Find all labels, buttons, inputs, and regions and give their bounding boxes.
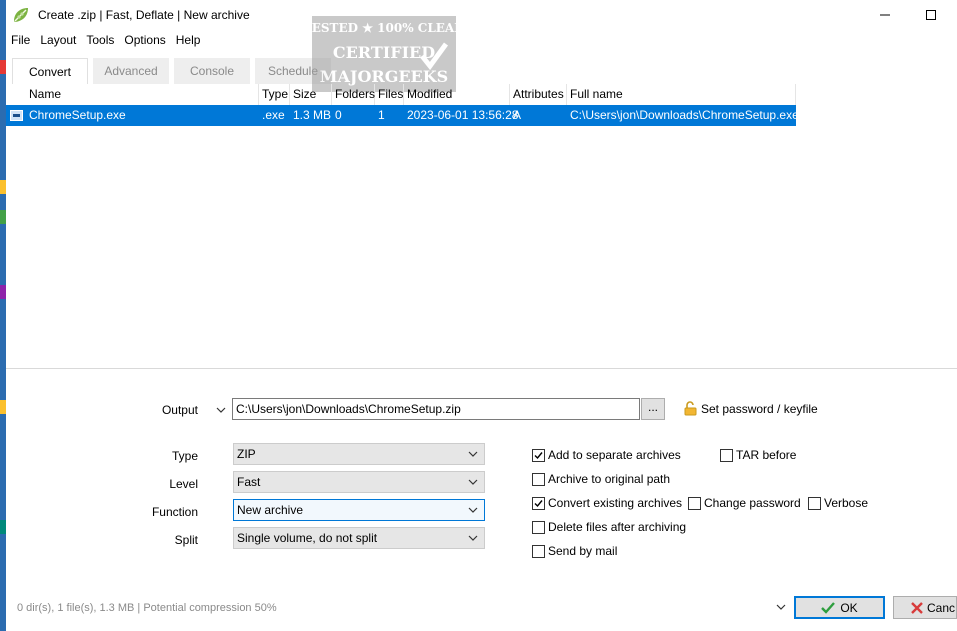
- archive-original-path-label: Archive to original path: [548, 472, 671, 486]
- menu-layout[interactable]: Layout: [35, 33, 81, 47]
- archive-dialog: Create .zip | Fast, Deflate | New archiv…: [6, 0, 957, 631]
- split-label: Split: [174, 533, 198, 547]
- convert-existing-archives-label: Convert existing archives: [548, 496, 683, 510]
- ok-options-chevron[interactable]: [774, 600, 788, 614]
- chevron-down-icon: [468, 535, 478, 541]
- maximize-button[interactable]: [908, 0, 954, 30]
- level-label: Level: [169, 477, 198, 491]
- cell-modified: 2023-06-01 13:56:28: [407, 108, 519, 122]
- file-list-header: Name Type Size Folders Files Modified At…: [6, 84, 796, 105]
- exe-file-icon: [10, 110, 23, 121]
- menu-options[interactable]: Options: [119, 33, 170, 47]
- table-row[interactable]: ChromeSetup.exe .exe 1.3 MB 0 1 2023-06-…: [6, 105, 799, 126]
- cancel-label: Canc: [927, 600, 956, 615]
- output-path-field[interactable]: C:\Users\jon\Downloads\ChromeSetup.zip: [232, 398, 640, 420]
- checkbox-unchecked: [808, 496, 821, 510]
- menu-help[interactable]: Help: [171, 33, 206, 47]
- title-bar: Create .zip | Fast, Deflate | New archiv…: [6, 0, 957, 30]
- column-modified[interactable]: Modified: [404, 84, 510, 105]
- level-select[interactable]: Fast: [233, 471, 485, 493]
- chevron-down-icon: [468, 507, 478, 513]
- column-name[interactable]: Name: [26, 84, 259, 105]
- delete-after-archiving-label: Delete files after archiving: [548, 520, 687, 534]
- column-full-name[interactable]: Full name: [567, 84, 796, 105]
- cell-name: ChromeSetup.exe: [29, 108, 126, 122]
- cell-folders: 0: [335, 108, 342, 122]
- chevron-down-icon: [776, 604, 786, 610]
- add-separate-archives-label: Add to separate archives: [548, 448, 681, 462]
- ok-label: OK: [840, 600, 858, 615]
- convert-existing-archives-checkbox[interactable]: Convert existing archives: [532, 496, 682, 510]
- cell-full-name: C:\Users\jon\Downloads\ChromeSetup.exe: [570, 108, 799, 122]
- cell-attributes: A: [513, 108, 522, 122]
- peazip-icon: [12, 6, 30, 24]
- column-folders[interactable]: Folders: [332, 84, 375, 105]
- checkbox-checked: [532, 448, 545, 462]
- watermark-line1: TESTED ★ 100% CLEAN: [312, 21, 456, 35]
- checkmark-icon: [821, 601, 836, 614]
- menu-bar: File Layout Tools Options Help: [6, 30, 205, 50]
- archive-original-path-checkbox[interactable]: Archive to original path: [532, 472, 670, 486]
- tab-advanced[interactable]: Advanced: [93, 58, 169, 84]
- column-attributes[interactable]: Attributes: [510, 84, 567, 105]
- add-separate-archives-checkbox[interactable]: Add to separate archives: [532, 448, 681, 462]
- set-password-link[interactable]: Set password / keyfile: [684, 401, 818, 416]
- cancel-button[interactable]: Canc: [893, 596, 957, 619]
- checkbox-checked: [532, 496, 545, 510]
- browse-button[interactable]: ...: [641, 398, 665, 420]
- close-icon: [911, 601, 923, 614]
- tar-before-label: TAR before: [736, 448, 797, 462]
- cell-size: 1.3 MB: [293, 108, 332, 122]
- output-label: Output: [161, 403, 198, 417]
- column-files[interactable]: Files: [375, 84, 404, 105]
- ok-button[interactable]: OK: [794, 596, 885, 619]
- menu-tools[interactable]: Tools: [81, 33, 119, 47]
- type-label: Type: [171, 449, 198, 463]
- minimize-button[interactable]: [862, 0, 908, 30]
- checkbox-unchecked: [688, 496, 701, 510]
- verbose-label: Verbose: [824, 496, 869, 510]
- status-text: 0 dir(s), 1 file(s), 1.3 MB | Potential …: [17, 602, 277, 614]
- unlocked-padlock-icon: [684, 401, 697, 416]
- window-title: Create .zip | Fast, Deflate | New archiv…: [38, 8, 250, 22]
- cell-type: .exe: [262, 108, 285, 122]
- type-select[interactable]: ZIP: [233, 443, 485, 465]
- change-password-label: Change password: [704, 496, 801, 510]
- checkbox-unchecked: [532, 472, 545, 486]
- checkbox-unchecked: [720, 448, 733, 462]
- chevron-down-icon: [468, 451, 478, 457]
- tab-convert[interactable]: Convert: [12, 58, 88, 84]
- column-size[interactable]: Size: [290, 84, 332, 105]
- watermark-line2: CERTIFIED: [333, 43, 435, 62]
- splitter[interactable]: [6, 368, 957, 369]
- checkbox-unchecked: [532, 520, 545, 534]
- majorgeeks-watermark: TESTED ★ 100% CLEAN CERTIFIED MAJORGEEKS: [303, 16, 465, 92]
- function-select[interactable]: New archive: [233, 499, 485, 521]
- chevron-down-icon: [216, 407, 226, 413]
- split-value: Single volume, do not split: [237, 531, 378, 545]
- checkbox-unchecked: [532, 544, 545, 558]
- send-by-mail-label: Send by mail: [548, 544, 618, 558]
- set-password-label: Set password / keyfile: [701, 401, 818, 416]
- cell-files: 1: [378, 108, 385, 122]
- tab-console[interactable]: Console: [174, 58, 250, 84]
- function-label: Function: [151, 505, 198, 519]
- delete-after-archiving-checkbox[interactable]: Delete files after archiving: [532, 520, 686, 534]
- minimize-icon: [880, 14, 890, 16]
- level-value: Fast: [237, 475, 261, 489]
- maximize-icon: [926, 10, 936, 20]
- output-options-chevron[interactable]: [214, 403, 228, 417]
- column-type[interactable]: Type: [259, 84, 290, 105]
- tar-before-checkbox[interactable]: TAR before: [720, 448, 796, 462]
- verbose-checkbox[interactable]: Verbose: [808, 496, 868, 510]
- chevron-down-icon: [468, 479, 478, 485]
- type-value: ZIP: [237, 447, 256, 461]
- tab-bar: Convert Advanced Console Schedule: [12, 58, 336, 84]
- split-select[interactable]: Single volume, do not split: [233, 527, 485, 549]
- menu-file[interactable]: File: [6, 33, 35, 47]
- change-password-checkbox[interactable]: Change password: [688, 496, 801, 510]
- send-by-mail-checkbox[interactable]: Send by mail: [532, 544, 617, 558]
- function-value: New archive: [237, 503, 304, 517]
